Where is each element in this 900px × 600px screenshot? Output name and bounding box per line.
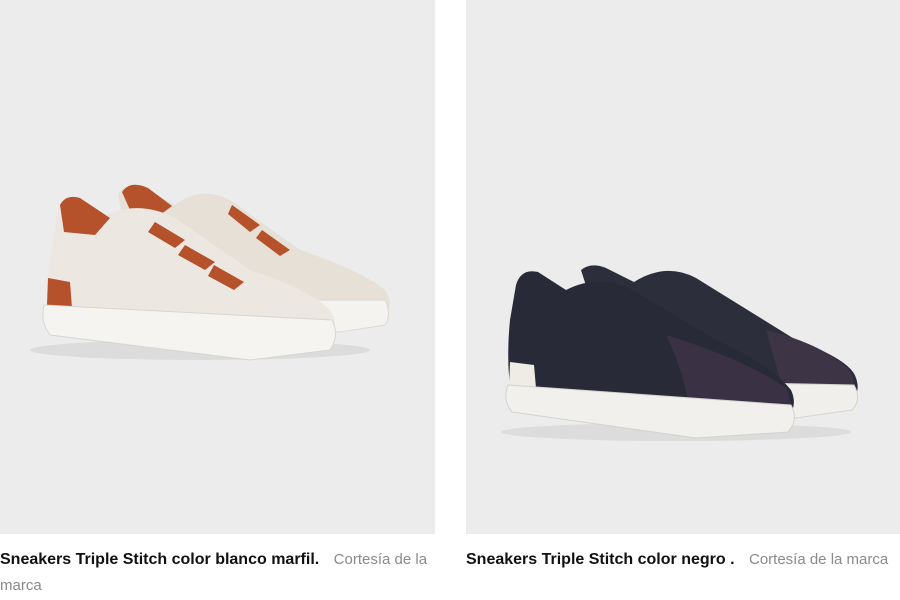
product-card-white: Sneakers Triple Stitch color blanco marf… — [0, 0, 435, 599]
product-title: Sneakers Triple Stitch color blanco marf… — [0, 551, 320, 568]
photo-credit: Cortesía de la marca — [748, 551, 889, 568]
product-title: Sneakers Triple Stitch color negro . — [466, 551, 735, 568]
product-caption-white: Sneakers Triple Stitch color blanco marf… — [0, 547, 435, 599]
product-caption-black: Sneakers Triple Stitch color negro . Cor… — [466, 547, 900, 573]
product-photo-white-sneakers — [0, 0, 435, 534]
black-sneakers-illustration — [501, 265, 858, 441]
product-photo-black-sneakers — [466, 0, 900, 534]
article-product-gallery: Sneakers Triple Stitch color blanco marf… — [0, 0, 900, 600]
white-sneakers-illustration — [30, 184, 390, 361]
product-card-black: Sneakers Triple Stitch color negro . Cor… — [466, 0, 900, 573]
